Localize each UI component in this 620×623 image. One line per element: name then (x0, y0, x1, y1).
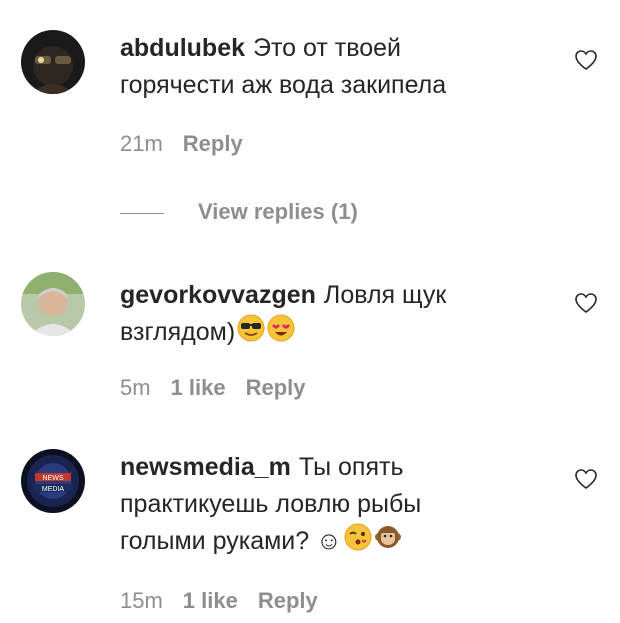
avatar[interactable] (21, 272, 85, 336)
svg-text:NEWS: NEWS (43, 475, 64, 482)
avatar[interactable] (21, 30, 85, 94)
comment-text: gevorkovvazgen Ловля щук взглядом) (120, 277, 500, 353)
kissing-wink-emoji (344, 523, 372, 562)
comment-time: 15m (120, 588, 163, 613)
like-count[interactable]: 1 like (171, 375, 226, 400)
comment-time: 5m (120, 375, 151, 400)
monkey-emoji (374, 523, 402, 562)
reply-button[interactable]: Reply (183, 131, 243, 156)
heart-outline-icon[interactable] (574, 48, 598, 72)
reply-button[interactable]: Reply (258, 588, 318, 613)
divider-line (120, 212, 164, 214)
comment-text: abdulubek Это от твоей горячести аж вода … (120, 30, 500, 104)
comment-meta: 21m Reply (120, 131, 263, 157)
sunglasses-face-emoji (237, 314, 265, 353)
comment-text: newsmedia_m Ты опять практикуешь ловлю ры… (120, 449, 500, 562)
heart-outline-icon[interactable] (574, 291, 598, 315)
avatar[interactable]: NEWS MEDIA (21, 449, 85, 513)
reply-button[interactable]: Reply (246, 375, 306, 400)
username-link[interactable]: abdulubek (120, 34, 245, 62)
view-replies-label[interactable]: View replies (1) (198, 199, 358, 224)
heart-outline-icon[interactable] (574, 467, 598, 491)
username-link[interactable]: gevorkovvazgen (120, 281, 316, 309)
comment-time: 21m (120, 131, 163, 156)
like-count[interactable]: 1 like (183, 588, 238, 613)
heart-eyes-emoji (267, 314, 295, 353)
comment-meta: 5m 1 like Reply (120, 375, 326, 401)
svg-text:MEDIA: MEDIA (42, 486, 65, 493)
comment-meta: 15m 1 like Reply (120, 588, 338, 614)
username-link[interactable]: newsmedia_m (120, 453, 291, 481)
view-replies-button[interactable]: View replies (1) (120, 199, 358, 225)
